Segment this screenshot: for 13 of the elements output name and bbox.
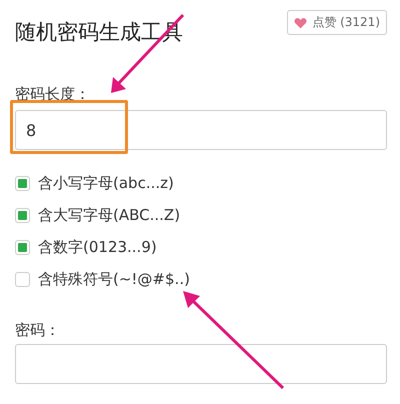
checkbox-option[interactable]: 含数字(0123...9) bbox=[15, 238, 387, 257]
checkbox-option[interactable]: 含小写字母(abc...z) bbox=[15, 174, 387, 193]
checkbox[interactable] bbox=[15, 272, 30, 287]
like-button[interactable]: 点赞 (3121) bbox=[287, 10, 387, 35]
checkbox-option[interactable]: 含大写字母(ABC...Z) bbox=[15, 206, 387, 225]
heart-icon bbox=[294, 16, 308, 28]
checkbox[interactable] bbox=[15, 176, 30, 191]
checkbox[interactable] bbox=[15, 240, 30, 255]
length-field[interactable]: 8 bbox=[15, 110, 387, 150]
checkbox-option[interactable]: 含特殊符号(~!@#$..) bbox=[15, 270, 387, 289]
password-field[interactable] bbox=[15, 344, 387, 384]
checkbox[interactable] bbox=[15, 208, 30, 223]
field-label: 密码： bbox=[15, 321, 61, 340]
